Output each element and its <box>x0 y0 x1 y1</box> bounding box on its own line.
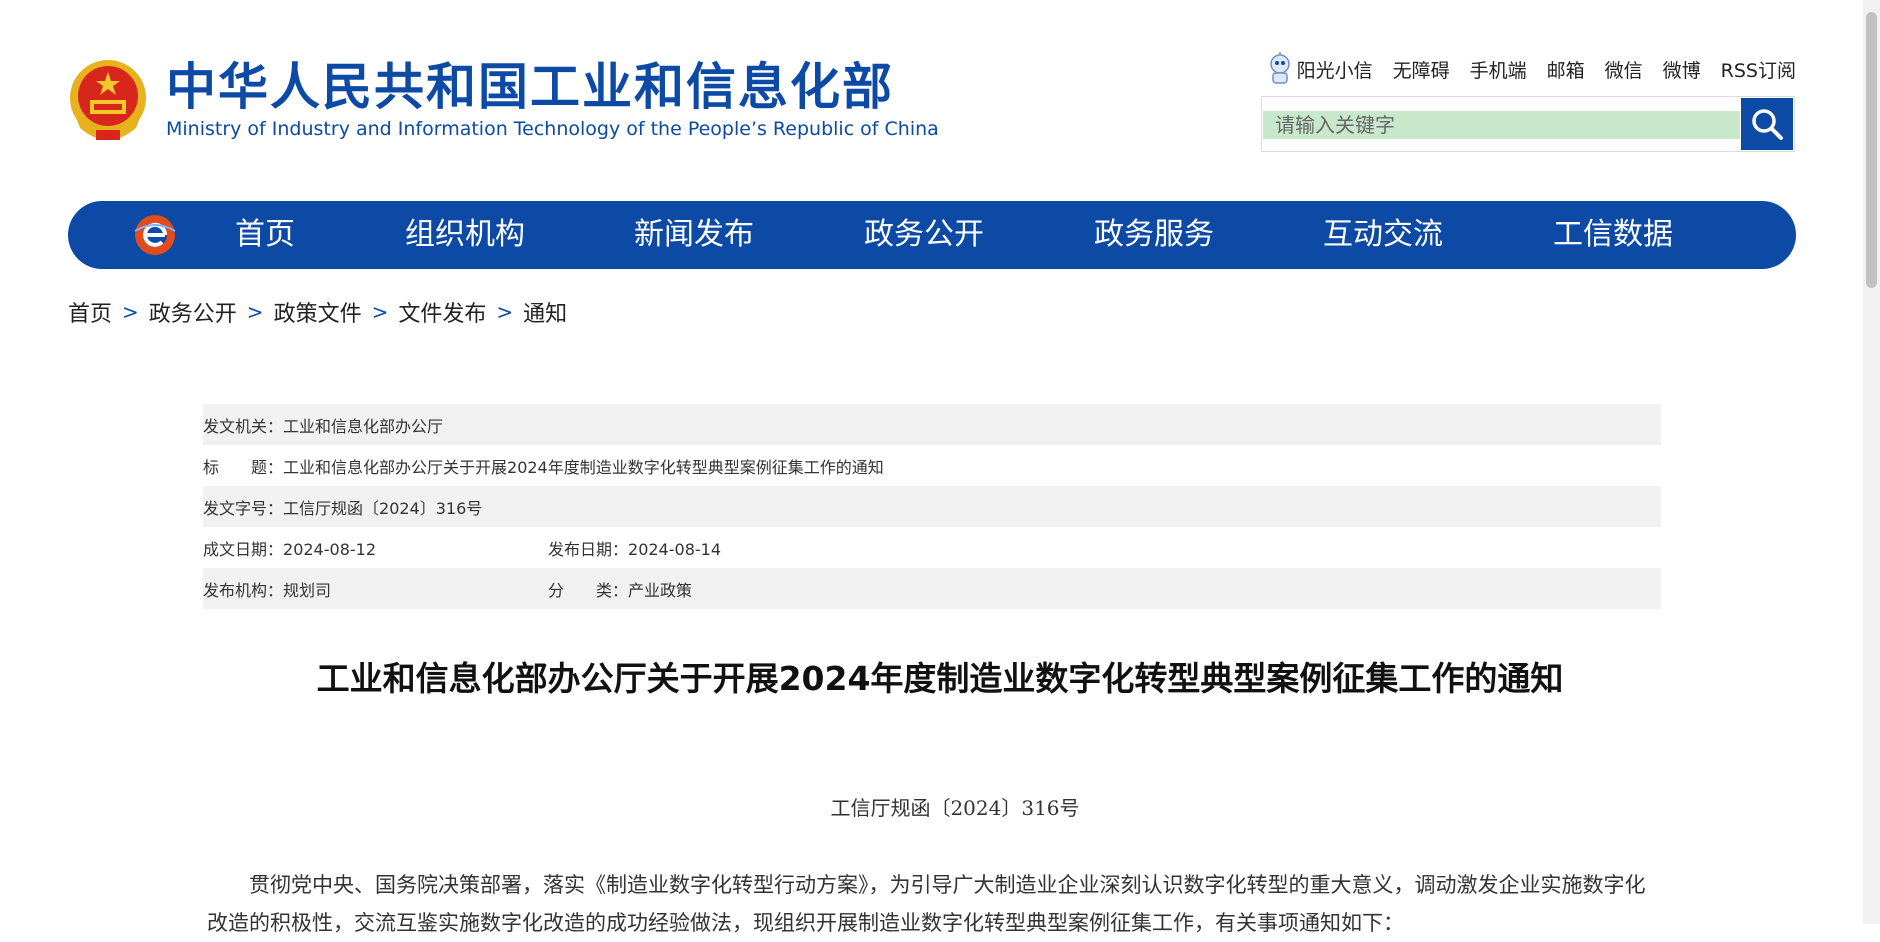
robot-icon <box>1269 52 1290 84</box>
scrollbar-thumb[interactable] <box>1866 12 1877 288</box>
meta-issuer: 工业和信息化部办公厅 <box>283 416 444 436</box>
search-box <box>1261 96 1795 152</box>
meta-label: 发文机关： <box>203 416 284 436</box>
top-link-accessibility[interactable]: 无障碍 <box>1393 56 1450 83</box>
site-title-cn: 中华人民共和国工业和信息化部 <box>166 58 894 116</box>
national-emblem-icon <box>70 60 146 140</box>
breadcrumb-notice[interactable]: 通知 <box>523 296 567 328</box>
breadcrumb-policy-documents[interactable]: 政策文件 <box>274 296 362 328</box>
breadcrumb-separator: > <box>246 300 264 324</box>
top-link-label: 阳光小信 <box>1296 59 1373 82</box>
meta-row-issuer: 发文机关：工业和信息化部办公厅 <box>203 404 1661 445</box>
document-meta-table: 发文机关：工业和信息化部办公厅 标 题：工业和信息化部办公厅关于开展2024年度… <box>203 404 1661 609</box>
meta-label: 分 类： <box>548 580 629 600</box>
breadcrumb: 首页 > 政务公开 > 政策文件 > 文件发布 > 通知 <box>68 296 567 328</box>
meta-category: 产业政策 <box>628 580 693 600</box>
meta-row-title: 标 题：工业和信息化部办公厅关于开展2024年度制造业数字化转型典型案例征集工作… <box>203 445 1661 486</box>
meta-created-date: 2024-08-12 <box>283 539 376 559</box>
top-link-sunshine[interactable]: 阳光小信 <box>1267 52 1373 86</box>
breadcrumb-file-release[interactable]: 文件发布 <box>398 296 486 328</box>
meta-row-dates: 成文日期：2024-08-12 发布日期：2024-08-14 <box>203 527 1661 568</box>
nav-item-data[interactable]: 工信数据 <box>1553 201 1673 269</box>
nav-item-services[interactable]: 政务服务 <box>1094 201 1214 269</box>
breadcrumb-separator: > <box>122 300 139 324</box>
nav-item-news[interactable]: 新闻发布 <box>634 201 754 269</box>
nav-item-home[interactable]: 首页 <box>235 201 295 269</box>
main-nav: 首页 组织机构 新闻发布 政务公开 政务服务 互动交流 工信数据 <box>68 201 1796 269</box>
article-title: 工业和信息化部办公厅关于开展2024年度制造业数字化转型典型案例征集工作的通知 <box>316 659 1564 698</box>
meta-label: 发布机构： <box>203 580 284 600</box>
nav-item-organization[interactable]: 组织机构 <box>405 201 525 269</box>
page-scrollbar[interactable] <box>1863 0 1880 924</box>
breadcrumb-home[interactable]: 首页 <box>68 296 112 328</box>
nav-item-interaction[interactable]: 互动交流 <box>1323 201 1443 269</box>
meta-row-agency: 发布机构：规划司 分 类：产业政策 <box>203 568 1661 609</box>
breadcrumb-public-affairs[interactable]: 政务公开 <box>149 296 237 328</box>
article-paragraph: 贯彻党中央、国务院决策部署，落实《制造业数字化转型行动方案》，为引导广大制造业企… <box>207 873 1646 935</box>
meta-row-doc-no: 发文字号：工信厅规函〔2024〕316号 <box>203 486 1661 527</box>
meta-label: 发布日期： <box>548 539 629 559</box>
top-link-mail[interactable]: 邮箱 <box>1547 56 1585 83</box>
breadcrumb-separator: > <box>496 300 514 324</box>
meta-doc-no: 工信厅规函〔2024〕316号 <box>283 498 483 518</box>
top-link-wechat[interactable]: 微信 <box>1605 56 1643 83</box>
meta-label: 发文字号： <box>203 498 284 518</box>
search-input[interactable] <box>1263 111 1740 139</box>
miit-logo-icon <box>134 215 176 255</box>
top-link-mobile[interactable]: 手机端 <box>1470 56 1527 83</box>
meta-label: 成文日期： <box>203 539 284 559</box>
article-doc-number: 工信厅规函〔2024〕316号 <box>830 796 1080 820</box>
breadcrumb-separator: > <box>371 300 389 324</box>
top-links: 阳光小信 无障碍 手机端 邮箱 微信 微博 RSS订阅 <box>1267 52 1796 86</box>
site-logo[interactable]: 中华人民共和国工业和信息化部 Ministry of Industry and … <box>66 56 939 144</box>
search-button[interactable] <box>1741 98 1793 150</box>
search-icon <box>1752 109 1783 140</box>
meta-agency: 规划司 <box>283 580 332 600</box>
site-title-en: Ministry of Industry and Information Tec… <box>166 118 939 140</box>
nav-item-public-affairs[interactable]: 政务公开 <box>864 201 984 269</box>
meta-title: 工业和信息化部办公厅关于开展2024年度制造业数字化转型典型案例征集工作的通知 <box>283 457 884 477</box>
meta-published-date: 2024-08-14 <box>628 539 721 559</box>
meta-label: 标 题： <box>203 457 284 477</box>
top-link-rss[interactable]: RSS订阅 <box>1721 56 1796 83</box>
top-link-weibo[interactable]: 微博 <box>1663 56 1701 83</box>
